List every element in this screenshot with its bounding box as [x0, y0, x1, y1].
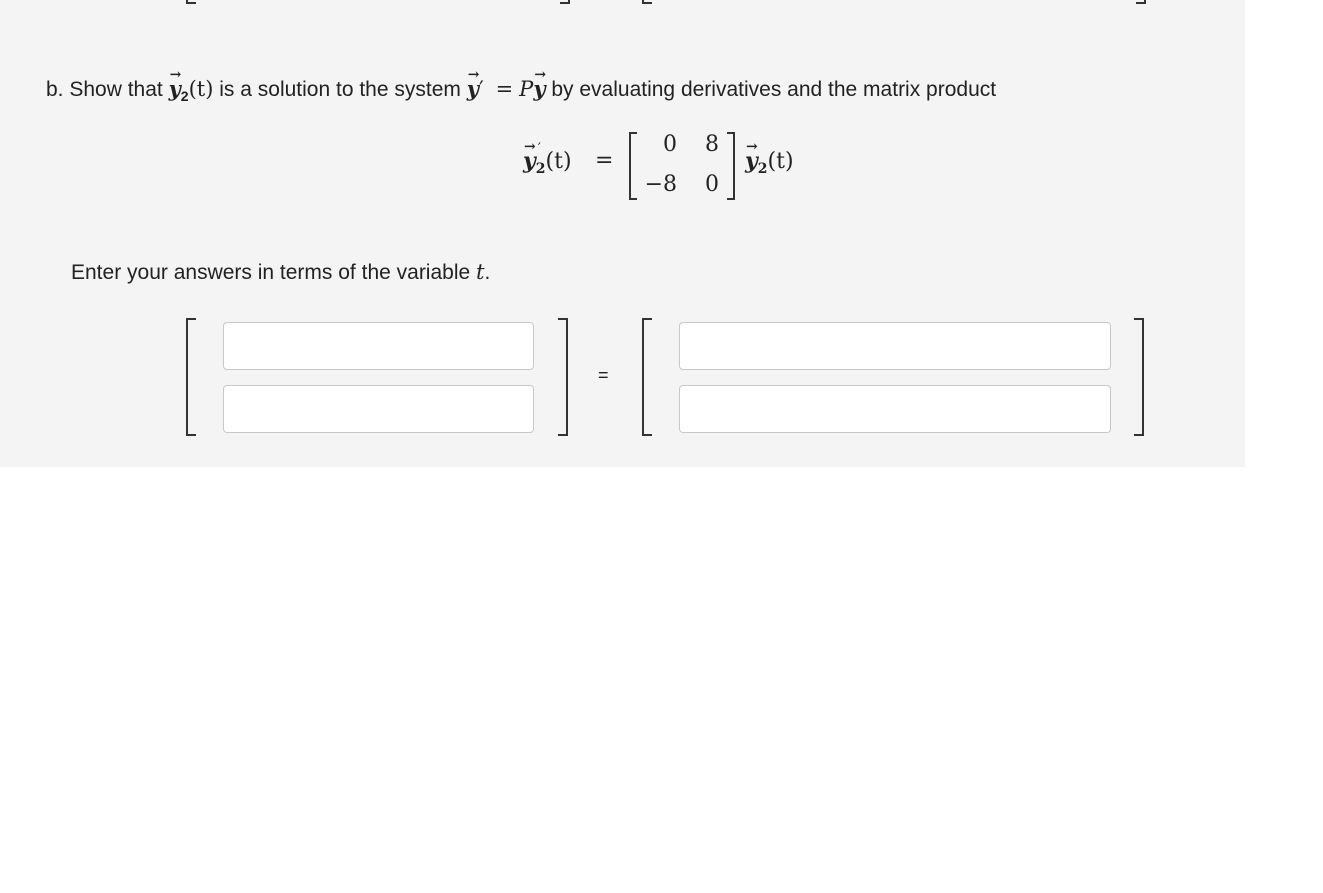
right-vector-top-input[interactable]	[679, 322, 1111, 370]
left-vector-top-input[interactable]	[223, 322, 534, 370]
answer-equals-sign: =	[598, 365, 609, 385]
matrix-bracket-right	[727, 132, 735, 200]
y-vector-symbol: → y	[533, 67, 547, 101]
vector-arrow-icon: →	[746, 139, 758, 155]
question-suffix: by evaluating derivatives and the matrix…	[551, 78, 997, 101]
matrix-cell: 0	[663, 132, 677, 157]
question-panel: b. Show that → y2(t) is a solution to the…	[0, 0, 1245, 467]
left-vector-bracket-close	[558, 318, 568, 436]
right-vector-bottom-input[interactable]	[679, 385, 1111, 433]
y-vector-symbol: → y	[168, 67, 182, 101]
cut-bracket-fragment	[186, 0, 196, 4]
question-text: b. Show that → y2(t) is a solution to the…	[46, 67, 997, 104]
matrix-p-symbol: P	[519, 77, 534, 101]
instruction-label: Enter your answers in terms of the varia…	[71, 261, 471, 284]
y-vector-symbol: → y	[466, 67, 480, 101]
function-arg: (t)	[188, 77, 214, 101]
instruction-period: .	[484, 261, 491, 284]
cut-bracket-fragment	[642, 0, 652, 4]
coefficient-matrix: 0 8 −8 0	[629, 128, 735, 200]
vector-arrow-icon: →	[467, 67, 480, 83]
cut-bracket-fragment	[1136, 0, 1146, 4]
equation-lhs: → y2 ′ (t)	[523, 139, 572, 177]
vector-arrow-icon: →	[169, 67, 182, 83]
cut-bracket-fragment	[560, 0, 570, 4]
vector-arrow-icon: →	[524, 139, 536, 155]
left-vector-bracket-open	[186, 318, 196, 436]
vector-arrow-icon: →	[534, 67, 547, 83]
prime-mark: ′	[478, 77, 484, 101]
function-arg: (t)	[767, 149, 794, 174]
y-vector-symbol: → y	[523, 139, 536, 174]
question-middle: is a solution to the system	[219, 78, 461, 101]
y-subscript: 2	[180, 88, 189, 104]
right-vector-bracket-close	[1134, 318, 1144, 436]
function-arg: (t)	[545, 149, 572, 174]
matrix-cell: −8	[644, 172, 677, 197]
matrix-bracket-left	[629, 132, 637, 200]
equation-rhs: → y2(t)	[745, 139, 794, 177]
y-subscript: 2	[757, 161, 768, 177]
question-prefix: b. Show that	[46, 78, 163, 101]
left-vector-bottom-input[interactable]	[223, 385, 534, 433]
y-subscript: 2 ′	[535, 141, 546, 177]
prime-mark: ′	[537, 141, 541, 157]
right-vector-bracket-open	[642, 318, 652, 436]
instruction-text: Enter your answers in terms of the varia…	[71, 260, 490, 285]
matrix-cell: 0	[705, 172, 719, 197]
equals-sign: =	[595, 148, 614, 173]
y-vector-symbol: → y	[745, 139, 758, 174]
matrix-cell: 8	[705, 132, 719, 157]
equals-sign: =	[495, 77, 514, 101]
